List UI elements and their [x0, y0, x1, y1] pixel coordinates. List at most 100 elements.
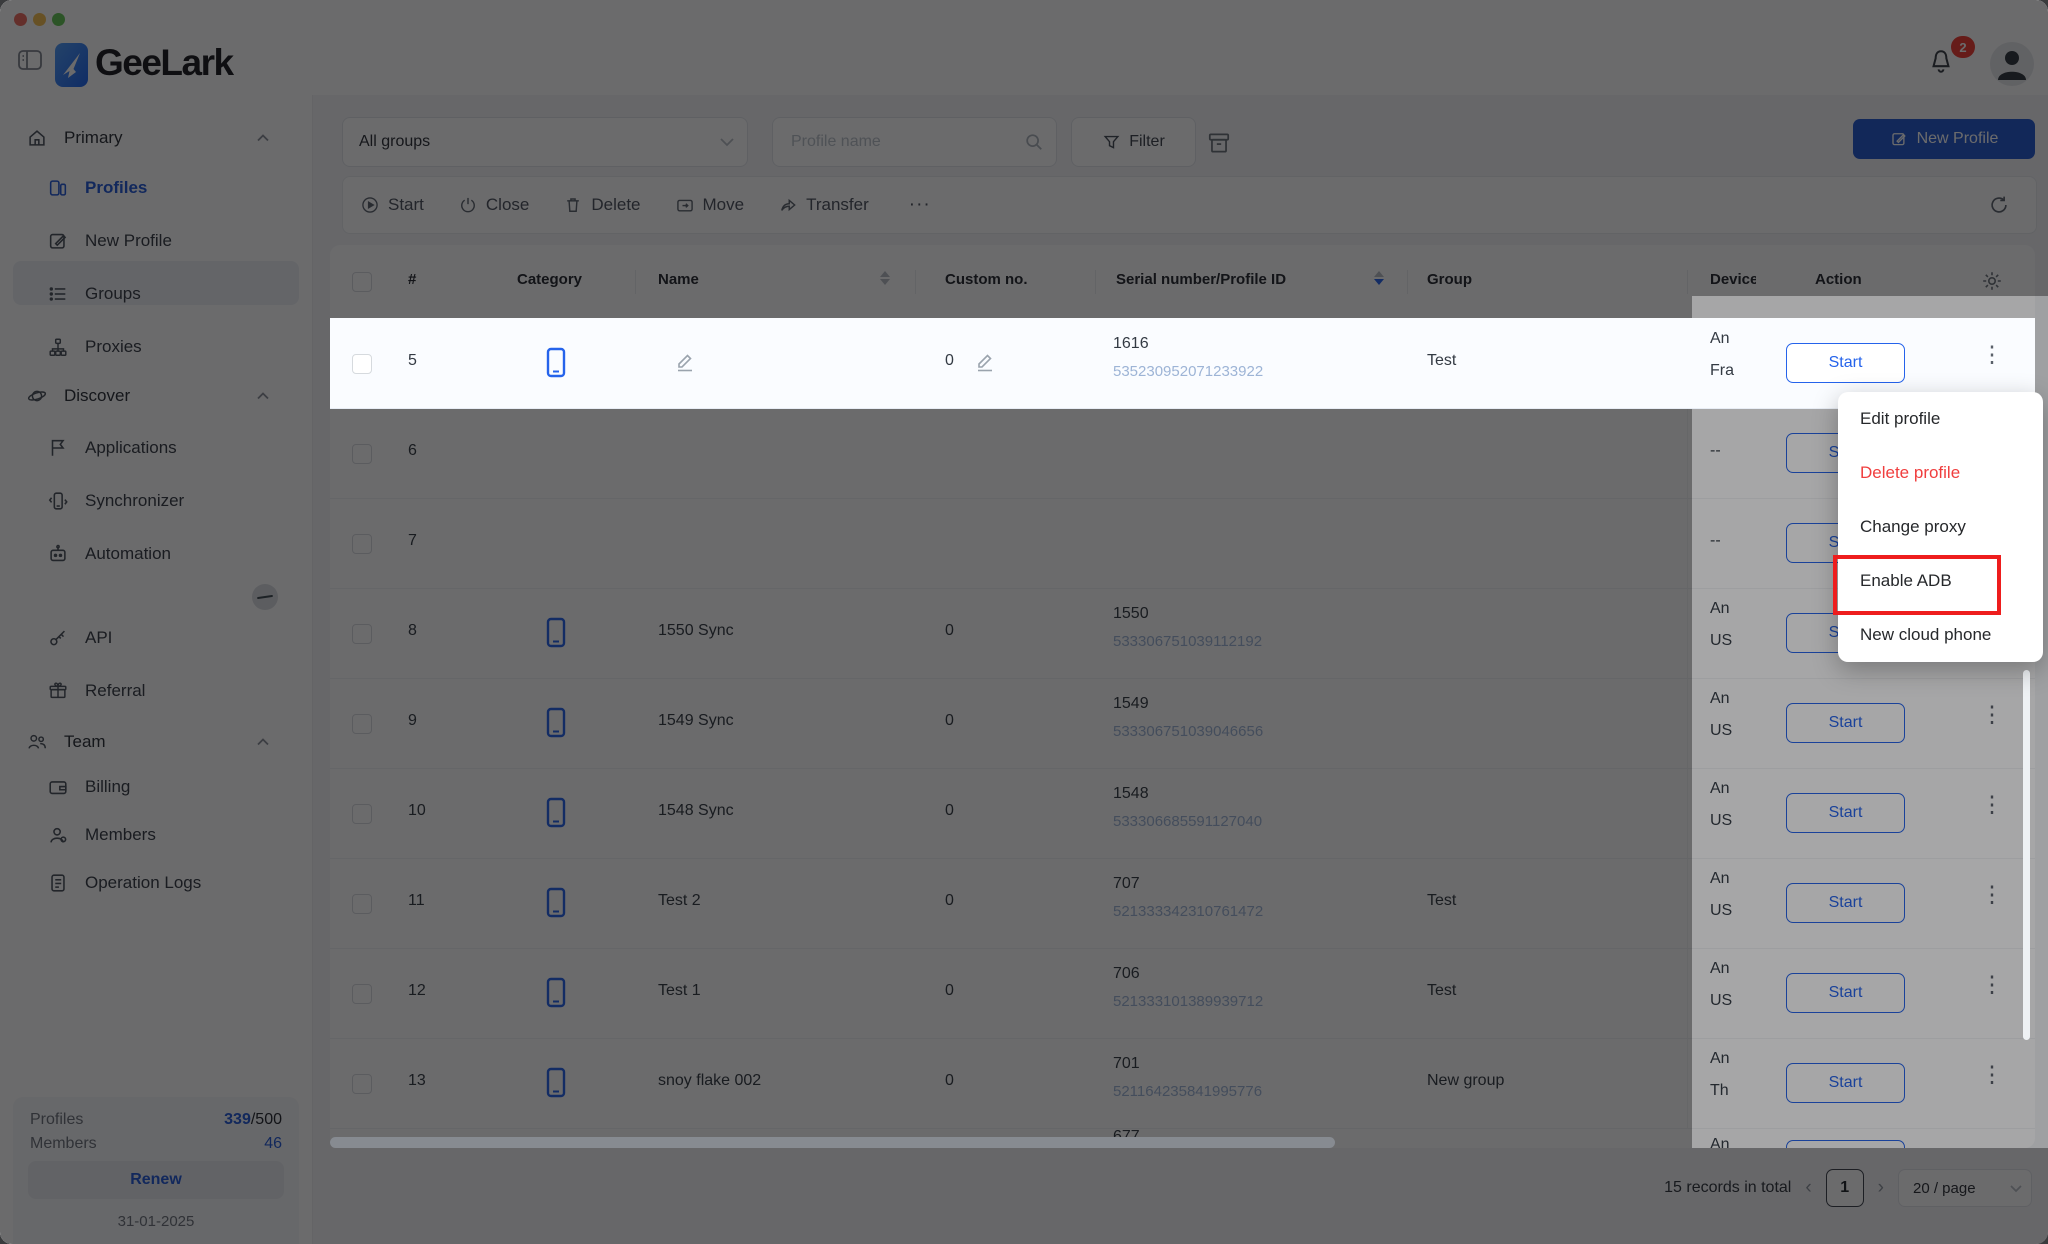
edit-name-icon[interactable] [675, 351, 695, 373]
sidebar-toggle-icon[interactable] [17, 48, 43, 72]
bulk-close-button[interactable]: Close [458, 195, 529, 215]
name-sort-icon[interactable] [880, 271, 890, 285]
search-input[interactable] [789, 132, 1003, 152]
row-profile-id: 533306751039046656 [1113, 723, 1263, 740]
sidebar-section-team[interactable]: Team [0, 722, 312, 762]
row-menu-icon[interactable]: ⋮ [1980, 971, 2004, 998]
sidebar-item-operation-logs[interactable]: Operation Logs [0, 861, 312, 905]
more-actions-icon[interactable]: ··· [909, 194, 931, 216]
sidebar-item-applications[interactable]: Applications [0, 426, 312, 470]
refresh-icon[interactable] [1988, 194, 2010, 216]
group-filter-select[interactable]: All groups [342, 117, 748, 167]
new-profile-icon [47, 230, 69, 252]
row-name: Test 1 [658, 982, 701, 1000]
sidebar-item-api[interactable]: API [0, 616, 312, 660]
row-custom-no: 0 [945, 1072, 954, 1090]
row-menu-icon[interactable]: ⋮ [1980, 881, 2004, 908]
sidebar-item-profiles[interactable]: Profiles [0, 166, 312, 210]
start-button[interactable]: Start [1786, 883, 1905, 923]
saved-filter-icon[interactable] [1206, 130, 1232, 156]
sidebar-section-discover[interactable]: Discover [0, 376, 312, 416]
sidebar: Primary Profiles New Profile Groups Prox… [0, 95, 313, 1244]
bulk-delete-button[interactable]: Delete [563, 195, 640, 215]
window-zoom-button[interactable] [52, 13, 65, 26]
row-number: 10 [408, 802, 426, 820]
renew-button[interactable]: Renew [28, 1161, 284, 1199]
col-serial[interactable]: Serial number/Profile ID [1116, 271, 1286, 288]
row-checkbox[interactable] [352, 1074, 372, 1094]
row-checkbox[interactable] [352, 984, 372, 1004]
sidebar-item-synchronizer[interactable]: Synchronizer [0, 479, 312, 523]
col-name[interactable]: Name [658, 271, 699, 288]
row-checkbox[interactable] [352, 354, 372, 374]
vertical-scrollbar[interactable] [2023, 670, 2030, 1040]
referral-icon [47, 680, 69, 702]
row-device-line2: US [1710, 992, 1756, 1010]
menu-item-delete-profile[interactable]: Delete profile [1838, 446, 2043, 500]
select-all-checkbox[interactable] [352, 272, 372, 292]
sidebar-item-new-profile[interactable]: New Profile [0, 219, 312, 263]
column-settings-gear-icon[interactable] [1980, 269, 2004, 293]
table-row: 501616535230952071233922TestAnFraStart⋮ [330, 318, 2035, 409]
col-category[interactable]: Category [517, 271, 582, 288]
start-button[interactable]: Start [1786, 973, 1905, 1013]
row-menu-icon[interactable]: ⋮ [1980, 701, 2004, 728]
bulk-start-button[interactable]: Start [360, 195, 424, 215]
col-device[interactable]: Device [1710, 271, 1756, 288]
horizontal-scrollbar[interactable] [330, 1137, 1335, 1148]
window-minimize-button[interactable] [33, 13, 46, 26]
brand-name: GeeLark [95, 42, 233, 84]
discover-icon [26, 385, 48, 407]
menu-item-edit-profile[interactable]: Edit profile [1838, 392, 2043, 446]
row-menu-icon[interactable]: ⋮ [1980, 791, 2004, 818]
table-row: 7--Start⋮ [330, 498, 2035, 589]
window-close-button[interactable] [14, 13, 27, 26]
search-icon[interactable] [1024, 132, 1044, 152]
row-device-line1: An [1710, 960, 1756, 978]
start-button[interactable]: Start [1786, 703, 1905, 743]
sidebar-item-groups[interactable]: Groups [0, 272, 312, 316]
filter-button[interactable]: Filter [1071, 117, 1196, 167]
row-checkbox[interactable] [352, 714, 372, 734]
sidebar-item-proxies[interactable]: Proxies [0, 325, 312, 369]
sidebar-section-primary[interactable]: Primary [0, 118, 312, 158]
menu-item-enable-adb[interactable]: Enable ADB [1838, 554, 2043, 608]
row-menu-icon[interactable]: ⋮ [1980, 341, 2004, 368]
row-checkbox[interactable] [352, 804, 372, 824]
row-checkbox[interactable] [352, 624, 372, 644]
chevron-up-icon [256, 737, 270, 747]
next-page-icon[interactable]: › [1878, 1177, 1884, 1199]
table-row: 13snoy flake 0020701521164235841995776Ne… [330, 1038, 2035, 1129]
menu-item-change-proxy[interactable]: Change proxy [1838, 500, 2043, 554]
current-page[interactable]: 1 [1826, 1169, 1864, 1207]
start-button[interactable] [1786, 1140, 1905, 1148]
row-name: Test 2 [658, 892, 701, 910]
start-button[interactable]: Start [1786, 1063, 1905, 1103]
applications-icon [47, 437, 69, 459]
edit-custom-no-icon[interactable] [975, 351, 995, 373]
sidebar-item-referral[interactable]: Referral [0, 669, 312, 713]
row-checkbox[interactable] [352, 444, 372, 464]
row-checkbox[interactable] [352, 894, 372, 914]
serial-sort-icon[interactable] [1374, 271, 1384, 285]
page-size-select[interactable]: 20 / page [1898, 1169, 2032, 1207]
col-num[interactable]: # [408, 271, 416, 288]
start-button[interactable]: Start [1786, 793, 1905, 833]
records-total: 15 records in total [1664, 1179, 1791, 1197]
prev-page-icon[interactable]: ‹ [1805, 1177, 1811, 1199]
sidebar-item-billing[interactable]: Billing [0, 765, 312, 809]
col-custom[interactable]: Custom no. [945, 271, 1028, 288]
sidebar-item-automation[interactable]: Automation [0, 532, 312, 576]
bulk-move-button[interactable]: Move [675, 195, 745, 215]
start-button[interactable]: Start [1786, 343, 1905, 383]
menu-item-new-cloud-phone[interactable]: New cloud phone [1838, 608, 2043, 662]
bulk-transfer-button[interactable]: Transfer [778, 195, 869, 215]
new-profile-button[interactable]: New Profile [1853, 119, 2035, 159]
row-menu-icon[interactable]: ⋮ [1980, 1061, 2004, 1088]
row-number: 5 [408, 352, 417, 370]
col-group[interactable]: Group [1427, 271, 1472, 288]
row-checkbox[interactable] [352, 534, 372, 554]
avatar[interactable] [1990, 42, 2034, 86]
app-window: GeeLark 2 Primary [0, 0, 2048, 1244]
sidebar-item-members[interactable]: Members [0, 813, 312, 857]
